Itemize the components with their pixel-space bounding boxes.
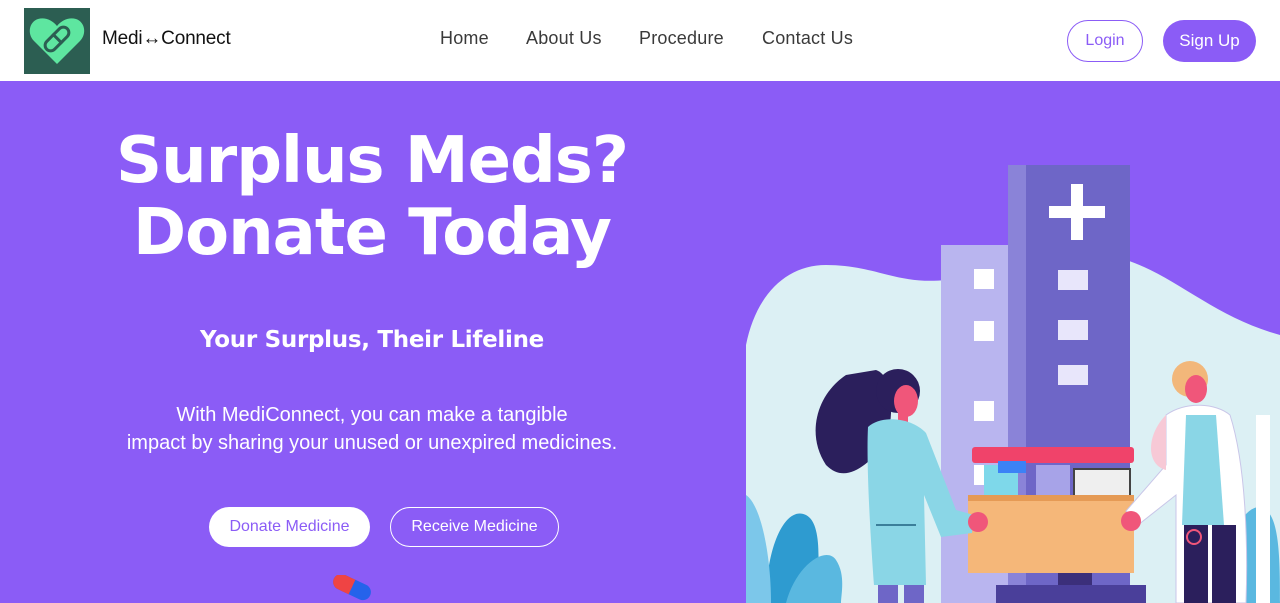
nav-link-contact-us[interactable]: Contact Us [762, 28, 853, 49]
donate-medicine-button[interactable]: Donate Medicine [209, 507, 370, 547]
hero-description-line-2: impact by sharing your unused or unexpir… [126, 432, 618, 454]
login-button[interactable]: Login [1067, 20, 1143, 62]
pill-capsule-icon [333, 575, 371, 601]
hero-subtitle: Your Surplus, Their Lifeline [200, 327, 544, 353]
nav-link-home[interactable]: Home [440, 28, 489, 49]
hero-description: With MediConnect, you can make a tangibl… [40, 401, 704, 457]
nav-link-about-us[interactable]: About Us [526, 28, 602, 49]
nav-link-procedure[interactable]: Procedure [639, 28, 724, 49]
signup-button[interactable]: Sign Up [1163, 20, 1256, 62]
hero-title-line-2: Donate Today [133, 196, 612, 270]
hero-title-line-1: Surplus Meds? [115, 124, 629, 198]
receive-medicine-button[interactable]: Receive Medicine [390, 507, 559, 547]
navbar: Medi↔Connect Home About Us Procedure Con… [0, 0, 1280, 81]
hero-description-line-1: With MediConnect, you can make a tangibl… [176, 404, 568, 426]
hero-title: Surplus Meds? Donate Today [40, 125, 704, 269]
medicine-donation-illustration [746, 165, 1280, 603]
hero-section: Surplus Meds? Donate Today Your Surplus,… [0, 81, 1280, 603]
